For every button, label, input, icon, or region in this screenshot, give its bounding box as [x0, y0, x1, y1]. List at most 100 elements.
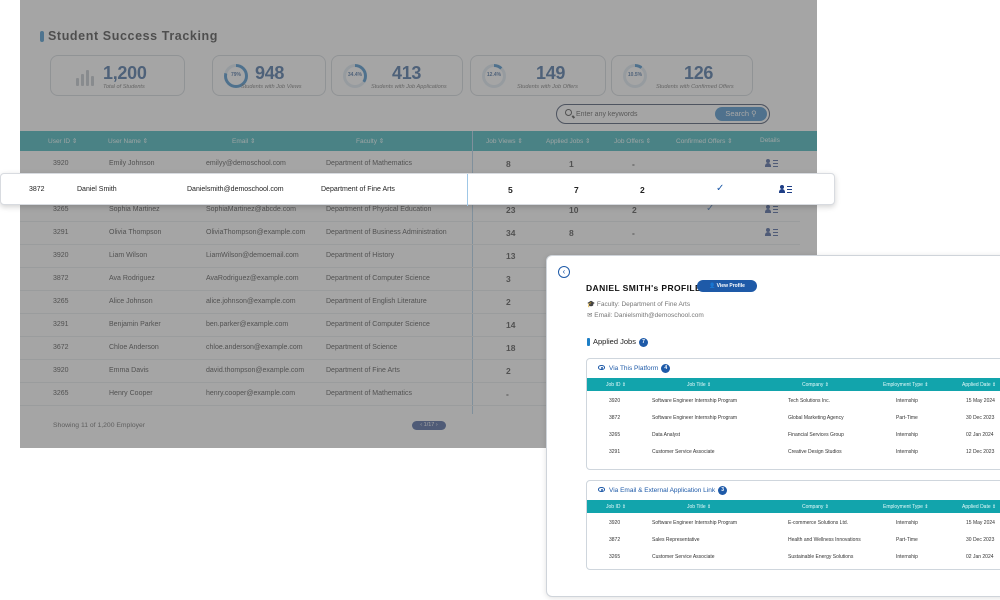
- sub-table-row[interactable]: 3265 Data Analyst Financial Services Group…: [587, 427, 1000, 444]
- stat-card-job-offers: 12.4% 149 Students with Job Offers: [470, 55, 606, 96]
- user-details-icon[interactable]: [765, 205, 779, 214]
- cell-job-views: 23: [506, 205, 516, 215]
- stat-value: 149: [536, 63, 566, 83]
- cell-user-id: 3291: [53, 321, 69, 328]
- column-header-company[interactable]: Company ⇕: [802, 504, 829, 510]
- group-title-text: Via This Platform: [609, 365, 659, 373]
- cell-email: SophiaMartinez@abcde.com: [206, 206, 296, 213]
- pagination-control[interactable]: ‹ 1/17 ›: [412, 421, 446, 430]
- sub-table-row[interactable]: 3920 Software Engineer Internship Program…: [587, 515, 1000, 532]
- cell-employment-type: Internship: [896, 449, 918, 455]
- cell-applied-jobs: 7: [574, 185, 579, 195]
- view-profile-button[interactable]: 👤 View Profile: [697, 280, 757, 292]
- applied-via-email-card: Via Email & External Application Link 3 J…: [586, 480, 1000, 570]
- search-input[interactable]: [576, 107, 706, 121]
- applied-jobs-heading: Applied Jobs 7: [587, 337, 648, 347]
- cell-company: Financial Services Group: [788, 432, 844, 438]
- column-header-employment-type[interactable]: Employment Type ⇕: [883, 504, 929, 510]
- column-header-confirmed-offers[interactable]: Confirmed Offers ⇕: [676, 137, 733, 145]
- column-header-faculty[interactable]: Faculty ⇕: [356, 137, 384, 145]
- cell-user-name: Henry Cooper: [109, 390, 153, 397]
- user-details-icon[interactable]: [765, 228, 779, 237]
- search-bar: Search ⚲: [556, 104, 770, 124]
- column-header-user-id[interactable]: User ID ⇕: [48, 137, 77, 145]
- sub-table-row[interactable]: 3265 Customer Service Associate Sustainabl…: [587, 549, 1000, 566]
- stat-caption: Students with Job Views: [241, 84, 302, 90]
- cell-job-title: Customer Service Associate: [652, 449, 715, 455]
- search-button[interactable]: Search ⚲: [715, 107, 767, 121]
- column-header-applied-jobs[interactable]: Applied Jobs ⇕: [546, 137, 590, 145]
- cell-email: Danielsmith@demoschool.com: [187, 186, 284, 193]
- cell-job-views: 5: [508, 185, 513, 195]
- cell-employment-type: Part-Time: [896, 415, 918, 421]
- group-title-text: Via Email & External Application Link: [609, 487, 716, 495]
- user-details-icon[interactable]: [779, 185, 793, 194]
- cell-faculty: Department of Mathematics: [326, 160, 412, 167]
- profile-email: ✉ Email: Danielsmith@demoschool.com: [587, 311, 704, 319]
- cell-faculty: Department of Computer Science: [326, 275, 430, 282]
- stat-percent: 34.4%: [347, 72, 363, 78]
- page-indicator: 1/17: [423, 422, 435, 428]
- bar-chart-icon: [76, 68, 96, 86]
- cell-faculty: Department of Fine Arts: [321, 186, 395, 193]
- back-button[interactable]: ‹: [558, 266, 570, 278]
- cell-faculty: Department of Fine Arts: [326, 367, 400, 374]
- count-badge: 3: [718, 486, 728, 495]
- stat-value: 948: [255, 63, 285, 83]
- sub-table-header: Job ID ⇕ Job Title ⇕ Company ⇕ Employmen…: [587, 378, 1000, 391]
- column-header-job-id[interactable]: Job ID ⇕: [606, 382, 626, 388]
- cell-applied-jobs: 10: [569, 205, 579, 215]
- column-header-job-id[interactable]: Job ID ⇕: [606, 504, 626, 510]
- user-details-icon[interactable]: [765, 159, 779, 168]
- sub-table-row[interactable]: 3920 Software Engineer Internship Program…: [587, 393, 1000, 410]
- sub-table-row[interactable]: 3872 Sales Representative Health and Welln…: [587, 532, 1000, 549]
- table-row[interactable]: 3291 Olivia Thompson OliviaThompson@exampl…: [20, 222, 800, 245]
- cell-email: david.thompson@example.com: [206, 367, 305, 374]
- cell-email: chloe.anderson@example.com: [206, 344, 303, 351]
- applied-via-platform-card: Via This Platform 4 Job ID ⇕ Job Title ⇕ …: [586, 358, 1000, 470]
- stat-caption: Students with Job Offers: [517, 84, 578, 90]
- cell-faculty: Department of Mathematics: [326, 390, 412, 397]
- cell-user-name: Chloe Anderson: [109, 344, 159, 351]
- view-profile-label: View Profile: [716, 283, 745, 289]
- column-header-applied-date[interactable]: Applied Date ⇕: [962, 382, 996, 388]
- stat-caption: Total of Students: [103, 84, 145, 90]
- stat-value: 413: [392, 63, 422, 83]
- cell-job-offers: 2: [640, 185, 645, 195]
- cell-email: alice.johnson@example.com: [206, 298, 296, 305]
- table-header: User ID ⇕ User Name ⇕ Email ⇕ Faculty ⇕ …: [20, 131, 817, 151]
- cell-email: emilyy@demoschool.com: [206, 160, 286, 167]
- column-header-job-offers[interactable]: Job Offers ⇕: [614, 137, 651, 145]
- cell-user-name: Olivia Thompson: [109, 229, 162, 236]
- stat-value: 1,200: [103, 63, 147, 83]
- cell-email: ben.parker@example.com: [206, 321, 289, 328]
- sub-table-header: Job ID ⇕ Job Title ⇕ Company ⇕ Employmen…: [587, 500, 1000, 513]
- column-header-user-name[interactable]: User Name ⇕: [108, 137, 148, 145]
- column-header-job-title[interactable]: Job Title ⇕: [687, 382, 711, 388]
- column-header-company[interactable]: Company ⇕: [802, 382, 829, 388]
- cell-user-id: 3291: [53, 229, 69, 236]
- student-profile-panel: ‹ DANIEL SMITH's PROFILE 👤 View Profile …: [546, 255, 1000, 597]
- email-text: Email: Danielsmith@demoschool.com: [594, 312, 704, 319]
- sub-table-row[interactable]: 3291 Customer Service Associate Creative D…: [587, 444, 1000, 461]
- column-header-applied-date[interactable]: Applied Date ⇕: [962, 504, 996, 510]
- cell-applied-date: 30 Dec 2023: [966, 415, 995, 421]
- selected-table-row[interactable]: 3872 Daniel Smith Danielsmith@demoschool…: [0, 173, 835, 206]
- cell-job-title: Sales Representative: [652, 537, 700, 543]
- cell-applied-date: 02 Jan 2024: [966, 432, 994, 438]
- cell-job-title: Software Engineer Internship Program: [652, 415, 738, 421]
- cell-company: Creative Design Studios: [788, 449, 842, 455]
- column-header-employment-type[interactable]: Employment Type ⇕: [883, 382, 929, 388]
- cell-user-name: Liam Wilson: [109, 252, 148, 259]
- stat-percent: 10.5%: [627, 72, 643, 78]
- count-badge: 4: [661, 364, 671, 373]
- sub-table-row[interactable]: 3872 Software Engineer Internship Program…: [587, 410, 1000, 427]
- search-icon: [565, 109, 572, 116]
- cell-job-views: -: [506, 389, 509, 399]
- column-header-email[interactable]: Email ⇕: [232, 137, 256, 145]
- column-header-job-title[interactable]: Job Title ⇕: [687, 504, 711, 510]
- stat-value: 126: [684, 63, 714, 83]
- column-header-job-views[interactable]: Job Views ⇕: [486, 137, 523, 145]
- cell-user-id: 3265: [53, 206, 69, 213]
- cell-job-offers: -: [632, 228, 635, 238]
